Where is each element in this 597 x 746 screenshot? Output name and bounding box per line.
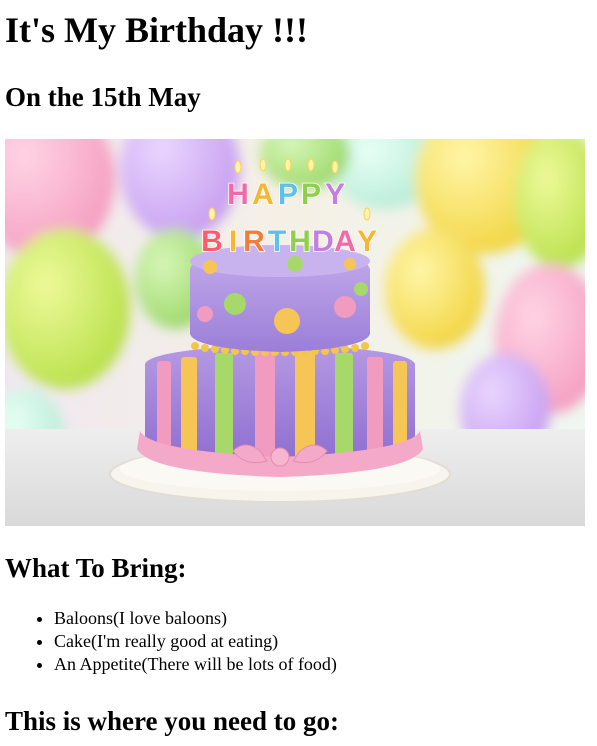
candle-letter: B [201, 225, 223, 258]
candle-letter: A [252, 178, 274, 211]
bring-list: Baloons(I love baloons) Cake(I'm really … [0, 607, 337, 676]
candle-letter: Y [357, 225, 377, 258]
date-heading: On the 15th May [5, 82, 201, 112]
candle-letter: Y [325, 178, 345, 211]
directions-heading: This is where you need to go: [5, 706, 340, 736]
birthday-cake-image: H A P P Y B I R T H D A Y [5, 139, 585, 526]
list-item: Baloons(I love baloons) [54, 607, 337, 630]
candle-letter: R [243, 225, 265, 258]
candle-letter: I [229, 225, 237, 258]
page-title: It's My Birthday !!! [5, 10, 308, 50]
candle-letter: P [301, 178, 321, 211]
candle-letter: H [227, 178, 249, 211]
candle-letter: A [334, 225, 356, 258]
candle-letter: T [268, 225, 286, 258]
candle-letter: P [278, 178, 298, 211]
list-item: Cake(I'm really good at eating) [54, 630, 337, 653]
list-item: An Appetite(There will be lots of food) [54, 653, 337, 676]
candle-letter: D [312, 225, 334, 258]
candle-letter: H [289, 225, 311, 258]
what-to-bring-heading: What To Bring: [5, 553, 187, 583]
